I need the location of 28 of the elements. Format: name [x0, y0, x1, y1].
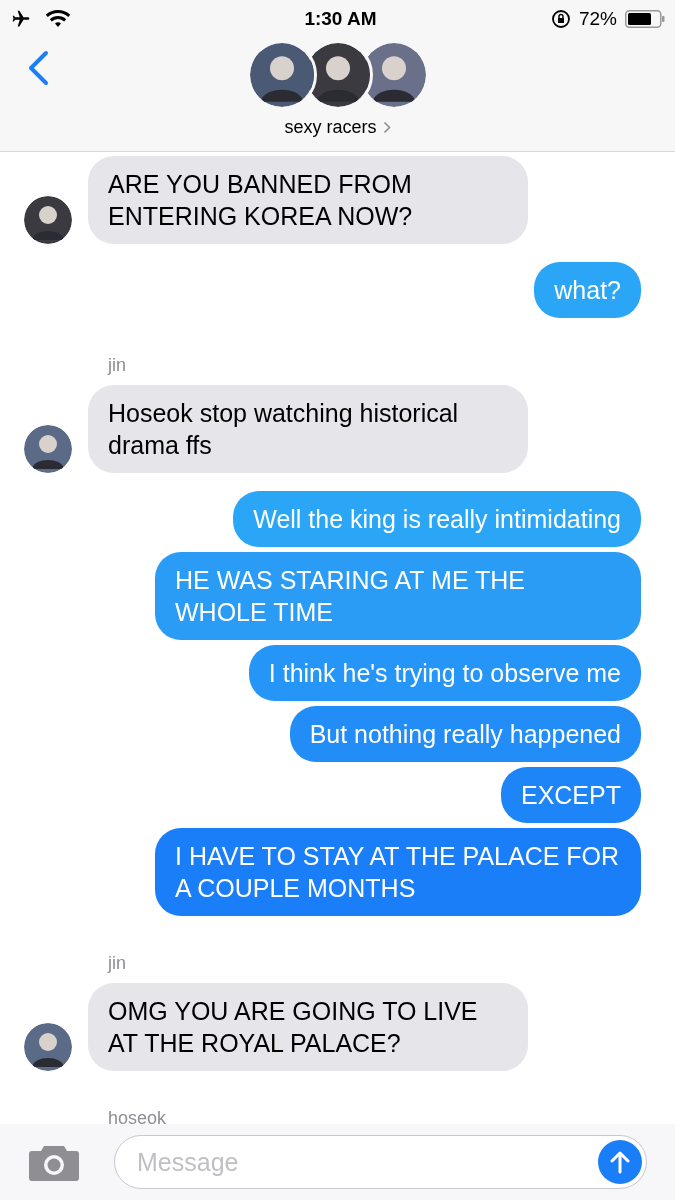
avatar: [24, 425, 72, 473]
message-bubble: I think he's trying to observe me: [248, 645, 641, 701]
message-bubble: But nothing really happened: [289, 706, 641, 762]
message-bubble: EXCEPT: [500, 767, 641, 823]
arrow-up-icon: [610, 1150, 630, 1174]
message-bubble: Well the king is really intimidating: [233, 491, 641, 547]
message-bubble: Hoseok stop watching historical drama ffs: [88, 385, 528, 473]
clock-time: 1:30 AM: [303, 6, 377, 31]
message-bubble: OMG YOU ARE GOING TO LIVE AT THE ROYAL PALACE?: [88, 983, 528, 1071]
rotation-lock-icon: [550, 9, 571, 29]
avatar: [249, 43, 314, 107]
avatar: [24, 1023, 72, 1071]
message-bubble: HE WAS STARING AT ME THE WHOLE TIME: [155, 552, 641, 640]
chevron-right-icon: [382, 121, 391, 134]
sender-name: jin: [106, 952, 127, 975]
message-bubble: I HAVE TO STAY AT THE PALACE FOR A COUPLE MONTHS: [155, 828, 641, 916]
avatar: [24, 196, 72, 244]
sender-name: jin: [106, 354, 127, 377]
conversation-title[interactable]: sexy racers: [284, 114, 377, 141]
battery-percentage: 72%: [578, 6, 617, 31]
wifi-icon: [46, 10, 70, 28]
airplane-icon: [10, 9, 32, 29]
sender-name: hoseok: [107, 1107, 168, 1124]
back-chevron-icon: [27, 50, 49, 86]
message-bubble: ARE YOU BANNED FROM ENTERING KOREA NOW?: [88, 156, 528, 244]
message-bubble: what?: [534, 262, 641, 318]
message-field[interactable]: Message: [114, 1135, 647, 1189]
battery-icon: [625, 10, 665, 28]
